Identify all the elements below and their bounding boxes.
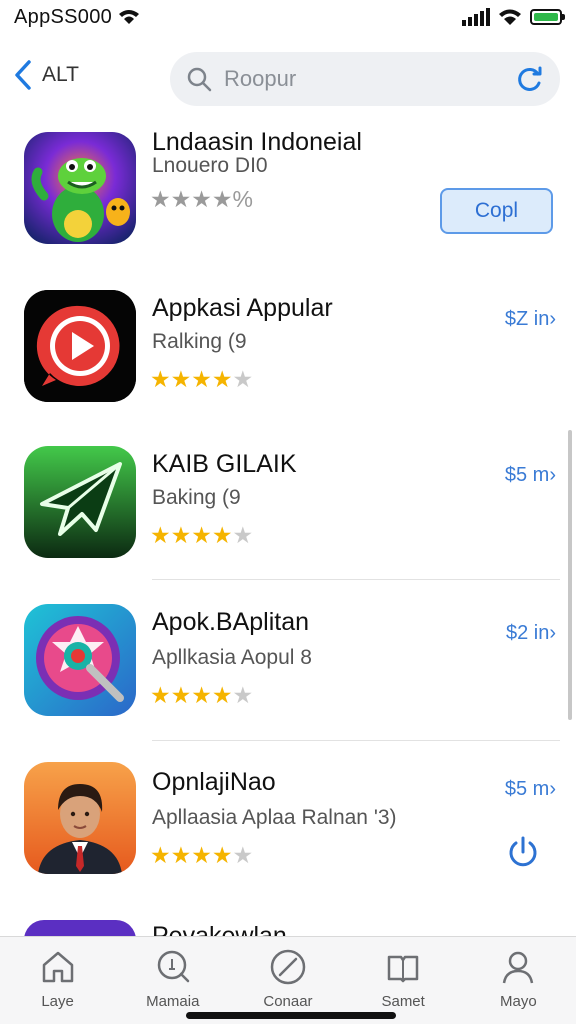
app-name: Appkasi Appular bbox=[152, 294, 333, 322]
tab-bar: Laye Mamaia Conaar Samet Mayo bbox=[0, 936, 576, 1024]
status-right bbox=[462, 8, 565, 26]
tab-book[interactable]: Samet bbox=[348, 937, 458, 1024]
signal-icon bbox=[462, 8, 490, 26]
app-name: KAIB GILAIK bbox=[152, 450, 297, 478]
portrait-app-icon bbox=[24, 762, 136, 874]
wifi-icon bbox=[499, 9, 521, 25]
tab-label: Mamaia bbox=[146, 993, 200, 1010]
battery-icon bbox=[530, 9, 565, 25]
book-icon bbox=[387, 955, 419, 983]
star-rating: ★★★★★ bbox=[150, 682, 254, 708]
app-subtitle: Lnouero DI0 bbox=[152, 154, 268, 177]
app-subtitle: Baking (9 bbox=[152, 486, 241, 509]
nav-bar: ALT Roopur bbox=[0, 48, 576, 110]
play-app-icon bbox=[24, 290, 136, 402]
home-indicator[interactable] bbox=[186, 1012, 396, 1019]
paper-plane-app-icon bbox=[24, 446, 136, 558]
rating-text: ★★★★% bbox=[150, 186, 253, 212]
frog-app-icon bbox=[24, 132, 136, 244]
tab-label: Laye bbox=[41, 993, 74, 1010]
search-icon bbox=[187, 67, 212, 92]
app-subtitle: Ralking (9 bbox=[152, 330, 247, 353]
price-label[interactable]: $Z in› bbox=[505, 308, 556, 331]
star-rating: ★★★★★ bbox=[150, 842, 254, 868]
list-item[interactable]: Pevakewlan bbox=[0, 920, 576, 936]
tab-label: Samet bbox=[381, 993, 425, 1010]
list-item[interactable]: Apok.BAplitan Apllkasia Aopul 8 ★★★★★ $2… bbox=[0, 604, 576, 754]
search-placeholder: Roopur bbox=[224, 66, 297, 91]
tab-label: Mayo bbox=[500, 993, 537, 1010]
list-item[interactable]: OpnlajiNao Apllaasia Aplaa Ralnan '3) ★★… bbox=[0, 762, 576, 914]
magnifier-app-icon bbox=[24, 604, 136, 716]
person-icon bbox=[503, 951, 534, 984]
app-name: Lndaasin Indoneial bbox=[152, 128, 362, 156]
app-subtitle: Apllaasia Aplaa Ralnan '3) bbox=[152, 806, 397, 829]
star-rating: ★★★★★ bbox=[150, 366, 254, 392]
tab-label: Conaar bbox=[263, 993, 313, 1010]
status-bar: AppSS000 bbox=[0, 0, 576, 34]
divider bbox=[152, 740, 560, 741]
back-label: ALT bbox=[42, 63, 79, 86]
divider bbox=[152, 579, 560, 580]
tab-compass[interactable]: Conaar bbox=[233, 937, 343, 1024]
scrollbar[interactable] bbox=[568, 430, 572, 720]
home-icon bbox=[42, 951, 73, 983]
wifi-small-icon bbox=[119, 10, 140, 24]
price-label[interactable]: $2 in› bbox=[506, 622, 556, 645]
price-label[interactable]: $5 m› bbox=[505, 464, 556, 487]
list-item[interactable]: KAIB GILAIK Baking (9 ★★★★★ $5 m› bbox=[0, 446, 576, 596]
app-name: OpnlajiNao bbox=[152, 768, 276, 796]
refresh-icon[interactable] bbox=[516, 65, 544, 93]
list-item[interactable]: Lndaasin Indoneial Lnouero DI0 ★★★★% Cop… bbox=[0, 128, 576, 278]
partial-app-icon bbox=[24, 920, 136, 936]
carrier-label: AppSS000 bbox=[14, 5, 113, 28]
tab-search[interactable]: Mamaia bbox=[118, 937, 228, 1024]
app-name: Apok.BAplitan bbox=[152, 608, 310, 636]
list-item[interactable]: Appkasi Appular Ralking (9 ★★★★★ $Z in› bbox=[0, 290, 576, 440]
tab-home[interactable]: Laye bbox=[3, 937, 113, 1024]
chevron-left-icon bbox=[15, 60, 31, 90]
app-name: Pevakewlan bbox=[152, 922, 287, 936]
search-input[interactable]: Roopur bbox=[170, 52, 560, 106]
app-subtitle: Apllkasia Aopul 8 bbox=[152, 646, 312, 669]
compass-icon bbox=[270, 949, 306, 985]
power-icon[interactable] bbox=[505, 834, 541, 870]
star-rating: ★★★★★ bbox=[150, 522, 254, 548]
status-left: AppSS000 bbox=[14, 6, 140, 29]
tab-profile[interactable]: Mayo bbox=[463, 937, 573, 1024]
back-button[interactable]: ALT bbox=[14, 60, 79, 90]
search-icon bbox=[157, 950, 190, 983]
price-label[interactable]: $5 m› bbox=[505, 778, 556, 801]
get-button[interactable]: Copl bbox=[440, 188, 553, 234]
